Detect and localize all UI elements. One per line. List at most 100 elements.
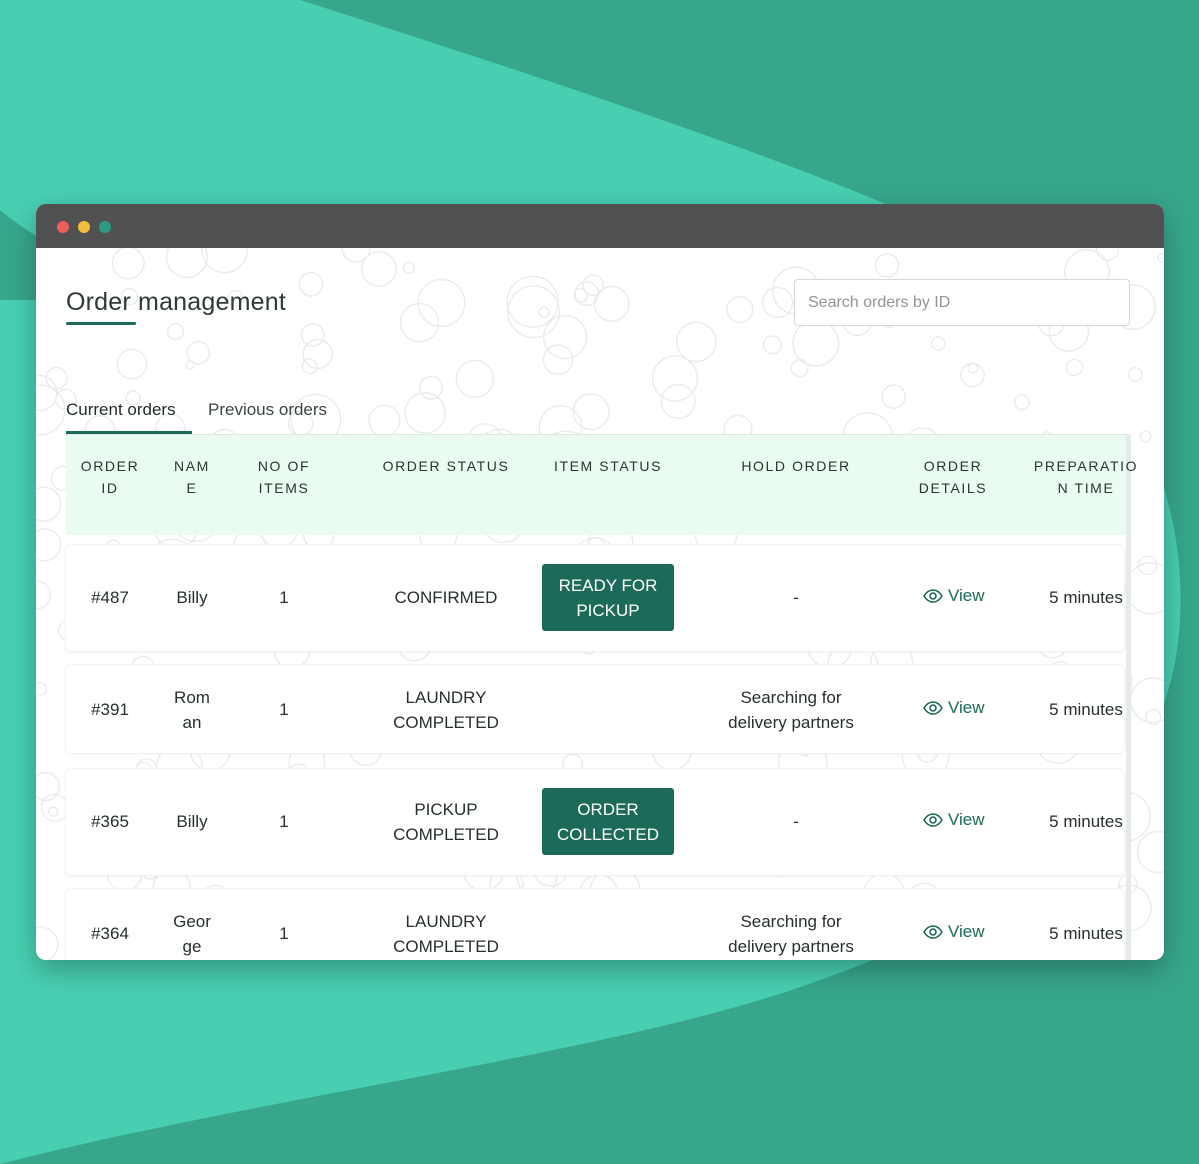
- cell-name: Billy: [176, 812, 208, 831]
- cell-order-id: #487: [91, 588, 129, 607]
- tab-previous-orders[interactable]: Previous orders: [208, 400, 327, 420]
- bubble-decoration: [651, 355, 699, 402]
- bubble-decoration: [1065, 358, 1084, 377]
- browser-window: Order management Current orders Previous…: [36, 204, 1164, 960]
- bubble-decoration: [726, 295, 754, 324]
- cell-order-id: #391: [91, 700, 129, 719]
- cell-items: 1: [279, 700, 289, 719]
- bubble-decoration: [302, 338, 333, 370]
- cell-hold-order: Searching for delivery partners: [728, 688, 854, 732]
- bubble-decoration: [572, 393, 610, 431]
- header-order-id: ORDER ID: [80, 458, 140, 496]
- bubble-decoration: [298, 271, 324, 297]
- bubble-decoration: [762, 335, 782, 355]
- cell-hold-order: -: [793, 812, 799, 831]
- header-name: NAM E: [174, 458, 210, 496]
- bubble-decoration: [368, 404, 401, 438]
- header-item-status: ITEM STATUS: [553, 458, 663, 474]
- bubble-decoration: [538, 306, 550, 318]
- cell-name: Billy: [176, 588, 208, 607]
- bubble-decoration: [166, 323, 185, 341]
- bubble-decoration: [36, 528, 62, 562]
- bubble-decoration: [1014, 394, 1030, 411]
- table-row: #391 Rom an 1 LAUNDRY COMPLETED Searching …: [66, 665, 1124, 753]
- cell-order-id: #364: [91, 924, 129, 943]
- bubble-decoration: [881, 384, 907, 409]
- bubble-decoration: [165, 248, 208, 279]
- header-order-details: ORDER DETAILS: [918, 458, 988, 496]
- cell-items: 1: [279, 812, 289, 831]
- eye-icon: [923, 925, 943, 939]
- bubble-decoration: [790, 358, 809, 378]
- cell-order-status: CONFIRMED: [394, 588, 498, 607]
- cell-hold-order: Searching for delivery partners: [728, 912, 854, 956]
- order-collected-button[interactable]: ORDER COLLECTED: [542, 788, 674, 855]
- cell-prep-time: 5 minutes: [1049, 700, 1123, 719]
- bubble-decoration: [931, 336, 946, 351]
- bubble-decoration: [792, 319, 840, 367]
- bubble-decoration: [36, 486, 62, 522]
- bubble-decoration: [455, 359, 494, 399]
- view-details-link[interactable]: View: [923, 810, 985, 830]
- bubble-decoration: [960, 362, 985, 388]
- header-preparation-time: PREPARATIO N TIME: [1033, 458, 1139, 496]
- bubble-decoration: [419, 375, 444, 400]
- bubble-decoration: [1157, 252, 1164, 264]
- cell-prep-time: 5 minutes: [1049, 812, 1123, 831]
- table-header: ORDER ID NAM E NO OF ITEMS ORDER STATUS ITE…: [66, 434, 1136, 535]
- bubble-decoration: [186, 340, 211, 365]
- bubble-decoration: [116, 348, 148, 380]
- cell-order-status: LAUNDRY COMPLETED: [393, 688, 499, 732]
- window-titlebar: [36, 204, 1164, 248]
- bubble-decoration: [874, 253, 900, 278]
- table-row: #364 Geor ge 1 LAUNDRY COMPLETED Searching…: [66, 889, 1124, 960]
- bubble-decoration: [1136, 830, 1164, 874]
- page-title: Order management: [66, 288, 286, 316]
- header-no-of-items: NO OF ITEMS: [257, 458, 311, 496]
- bubble-decoration: [1128, 367, 1143, 382]
- bubble-decoration: [660, 383, 696, 419]
- eye-icon: [923, 701, 943, 715]
- search-input[interactable]: [794, 279, 1130, 326]
- bubble-decoration: [341, 248, 371, 263]
- cell-order-status: PICKUP COMPLETED: [393, 800, 499, 844]
- bubble-decoration: [48, 806, 59, 817]
- header-hold-order: HOLD ORDER: [741, 458, 851, 474]
- page-content: Order management Current orders Previous…: [36, 248, 1164, 960]
- minimize-dot[interactable]: [78, 221, 90, 233]
- view-details-link[interactable]: View: [923, 586, 985, 606]
- ready-for-pickup-button[interactable]: READY FOR PICKUP: [542, 564, 674, 631]
- header-order-status: ORDER STATUS: [382, 458, 510, 474]
- bubble-decoration: [36, 682, 48, 697]
- cell-prep-time: 5 minutes: [1049, 588, 1123, 607]
- cell-name: Geor ge: [173, 912, 211, 956]
- bubble-decoration: [404, 392, 447, 434]
- bubble-decoration: [36, 926, 59, 960]
- table-row: #487 Billy 1 CONFIRMED READY FOR PICKUP -…: [66, 545, 1124, 651]
- bubble-decoration: [1139, 430, 1152, 443]
- bubble-decoration: [506, 275, 559, 328]
- cell-items: 1: [279, 588, 289, 607]
- bubble-decoration: [593, 285, 630, 322]
- cell-order-id: #365: [91, 812, 129, 831]
- bubble-decoration: [573, 287, 589, 303]
- view-details-link[interactable]: View: [923, 922, 985, 942]
- table-row: #365 Billy 1 PICKUP COMPLETED ORDER COLLEC…: [66, 769, 1124, 875]
- bubble-decoration: [402, 261, 415, 274]
- eye-icon: [923, 589, 943, 603]
- bubble-decoration: [111, 248, 145, 280]
- tab-current-orders[interactable]: Current orders: [66, 400, 176, 420]
- cell-order-status: LAUNDRY COMPLETED: [393, 912, 499, 956]
- bubble-decoration: [201, 248, 248, 274]
- bubble-decoration: [676, 321, 717, 363]
- bubble-decoration: [36, 580, 51, 610]
- view-details-link[interactable]: View: [923, 698, 985, 718]
- bubble-decoration: [417, 278, 466, 328]
- bubble-decoration: [300, 323, 325, 347]
- cell-hold-order: -: [793, 588, 799, 607]
- maximize-dot[interactable]: [99, 221, 111, 233]
- cell-name: Rom an: [174, 688, 210, 732]
- bubble-decoration: [507, 285, 561, 339]
- cell-prep-time: 5 minutes: [1049, 924, 1123, 943]
- close-dot[interactable]: [57, 221, 69, 233]
